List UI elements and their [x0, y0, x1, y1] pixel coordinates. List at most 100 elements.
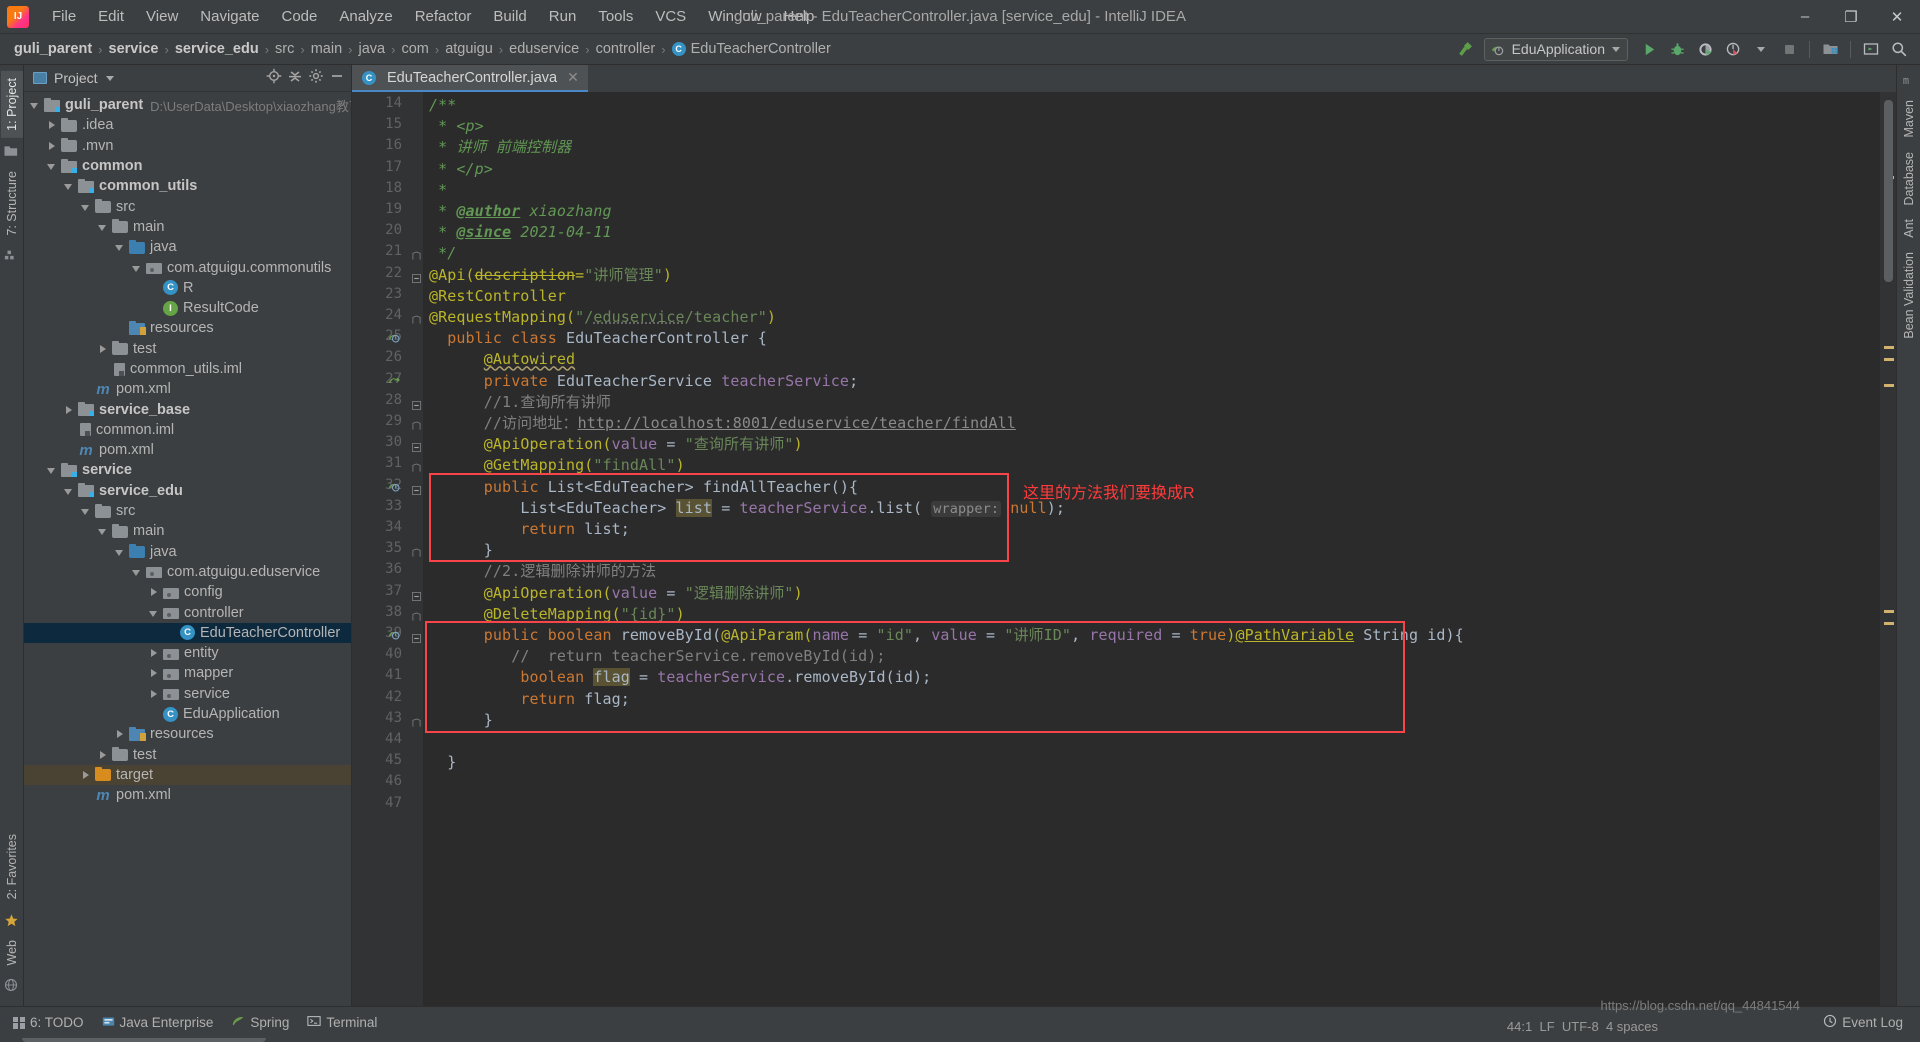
tree-toggle[interactable]: [147, 281, 163, 295]
debug-icon[interactable]: [1664, 37, 1690, 61]
menu-refactor[interactable]: Refactor: [404, 4, 483, 29]
chevron-down-icon[interactable]: [1612, 46, 1620, 52]
code-line-23[interactable]: @RestController: [429, 286, 566, 307]
tree-node-r[interactable]: CR: [24, 278, 351, 298]
star-icon[interactable]: [4, 913, 19, 927]
sidebar-tab-structure[interactable]: 7: Structure: [1, 164, 23, 243]
menu-analyze[interactable]: Analyze: [328, 4, 403, 29]
fold-expand-icon[interactable]: [412, 588, 421, 601]
sidebar-tab-project[interactable]: 1: Project: [0, 71, 23, 138]
minimize-button[interactable]: –: [1782, 0, 1828, 33]
status-spring[interactable]: Spring: [222, 1011, 298, 1034]
code-line-30[interactable]: @ApiOperation(value = "查询所有讲师"): [429, 434, 803, 455]
menu-tools[interactable]: Tools: [587, 4, 644, 29]
expand-arrow-icon[interactable]: [79, 768, 95, 782]
menu-navigate[interactable]: Navigate: [189, 4, 270, 29]
breadcrumb-item-controller[interactable]: controller: [592, 40, 660, 58]
collapse-arrow-icon[interactable]: [113, 240, 129, 254]
tree-node-eduteachercontroller[interactable]: C EduTeacherController: [24, 622, 351, 644]
run-configuration-selector[interactable]: EduApplication: [1483, 37, 1628, 61]
code-line-43[interactable]: }: [429, 710, 493, 731]
expand-arrow-icon[interactable]: [45, 118, 61, 132]
code-line-33[interactable]: List<EduTeacher> list = teacherService.l…: [429, 498, 1065, 520]
tree-node-resources[interactable]: resources: [24, 724, 351, 744]
tree-node-src[interactable]: src: [24, 196, 351, 216]
code-line-16[interactable]: * 讲师 前端控制器: [429, 137, 571, 158]
code-line-40[interactable]: // return teacherService.removeById(id);: [429, 646, 886, 667]
code-line-37[interactable]: @ApiOperation(value = "逻辑删除讲师"): [429, 583, 803, 604]
breadcrumb-item-atguigu[interactable]: atguigu: [441, 40, 497, 58]
tree-node-service-base[interactable]: service_base: [24, 399, 351, 419]
editor-gutter[interactable]: 14 15 16 17 18 19 20 21 22 23 24 25 26 27 28 29 30 31 32 33…: [352, 92, 409, 1006]
tree-node-src[interactable]: src: [24, 501, 351, 521]
expand-arrow-icon[interactable]: [96, 342, 112, 356]
collapse-arrow-icon[interactable]: [79, 504, 95, 518]
tree-node-config[interactable]: config: [24, 582, 351, 602]
spring-bean-icon[interactable]: [388, 331, 401, 344]
breadcrumb-item-service-edu[interactable]: service_edu: [171, 40, 263, 58]
tree-node-mapper[interactable]: mapper: [24, 663, 351, 683]
structure-icon[interactable]: [4, 248, 19, 262]
code-line-41[interactable]: boolean flag = teacherService.removeById…: [429, 667, 931, 688]
collapse-arrow-icon[interactable]: [96, 524, 112, 538]
expand-arrow-icon[interactable]: [45, 139, 61, 153]
locate-icon[interactable]: [266, 68, 282, 89]
tree-node-pom-xml[interactable]: m pom.xml: [24, 379, 351, 399]
code-line-28[interactable]: //1.查询所有讲师: [429, 392, 611, 413]
tree-node-common-iml[interactable]: common.iml: [24, 420, 351, 440]
collapse-arrow-icon[interactable]: [147, 606, 163, 620]
maximize-button[interactable]: ❐: [1828, 0, 1874, 33]
status-todo[interactable]: 6: TODO: [4, 1012, 93, 1033]
fold-end-icon[interactable]: [412, 609, 421, 621]
tree-toggle[interactable]: [62, 423, 78, 437]
project-tree[interactable]: guli_parent D:\UserData\Desktop\xiaozhang…: [24, 92, 351, 1006]
code-line-45[interactable]: }: [429, 752, 456, 773]
tree-node-service-edu[interactable]: service_edu: [24, 481, 351, 501]
run-icon[interactable]: [1636, 37, 1662, 61]
breadcrumb-item-guli-parent[interactable]: guli_parent: [10, 40, 96, 58]
sidebar-tab-web[interactable]: Web: [1, 933, 23, 972]
tree-toggle[interactable]: [79, 788, 95, 802]
tree-node-common[interactable]: common: [24, 156, 351, 176]
autowired-bean-icon[interactable]: [388, 374, 401, 387]
code-line-35[interactable]: }: [429, 540, 493, 561]
menu-window[interactable]: Window: [697, 4, 772, 29]
chevron-down-icon[interactable]: [1748, 37, 1774, 61]
code-line-39[interactable]: public boolean removeById(@ApiParam(name…: [429, 625, 1464, 646]
expand-arrow-icon[interactable]: [113, 727, 129, 741]
collapse-arrow-icon[interactable]: [130, 565, 146, 579]
breadcrumb-item-service[interactable]: service: [105, 40, 163, 58]
tree-toggle[interactable]: [147, 707, 163, 721]
code-line-20[interactable]: * @since 2021-04-11: [429, 222, 612, 243]
sidebar-tab-favorites[interactable]: 2: Favorites: [1, 827, 23, 906]
tree-node-resultcode[interactable]: I ResultCode: [24, 298, 351, 318]
code-line-27[interactable]: private EduTeacherService teacherService…: [429, 371, 858, 392]
breadcrumb-item-eduservice[interactable]: eduservice: [505, 40, 583, 58]
code-line-42[interactable]: return flag;: [429, 689, 630, 710]
collapse-all-icon[interactable]: [287, 68, 303, 89]
editor-marker-bar[interactable]: [1880, 92, 1896, 1006]
sidebar-tab-database[interactable]: Database: [1898, 145, 1920, 213]
tree-node-main[interactable]: main: [24, 521, 351, 541]
status-terminal[interactable]: Terminal: [298, 1011, 386, 1034]
code-line-25[interactable]: public class EduTeacherController {: [429, 328, 767, 349]
tree-toggle[interactable]: [164, 626, 180, 640]
tree-node-service[interactable]: service: [24, 460, 351, 480]
breadcrumb-item-com[interactable]: com: [397, 40, 432, 58]
close-button[interactable]: ✕: [1874, 0, 1920, 33]
search-everywhere-icon[interactable]: [1886, 37, 1912, 61]
tab-edu-teacher-controller[interactable]: C EduTeacherController.java ✕: [352, 65, 588, 92]
tree-node-common-utils-iml[interactable]: common_utils.iml: [24, 359, 351, 379]
collapse-arrow-icon[interactable]: [62, 179, 78, 193]
expand-arrow-icon[interactable]: [96, 748, 112, 762]
fold-end-icon[interactable]: [412, 460, 421, 472]
fold-expand-icon[interactable]: [412, 482, 421, 495]
code-line-22[interactable]: @Api(description="讲师管理"): [429, 265, 672, 286]
fold-end-icon[interactable]: [412, 545, 421, 557]
expand-arrow-icon[interactable]: [147, 646, 163, 660]
fold-expand-icon[interactable]: [412, 630, 421, 643]
expand-arrow-icon[interactable]: [147, 666, 163, 680]
collapse-arrow-icon[interactable]: [45, 463, 61, 477]
tree-toggle[interactable]: [79, 382, 95, 396]
tree-node-eduapplication[interactable]: C EduApplication: [24, 704, 351, 724]
